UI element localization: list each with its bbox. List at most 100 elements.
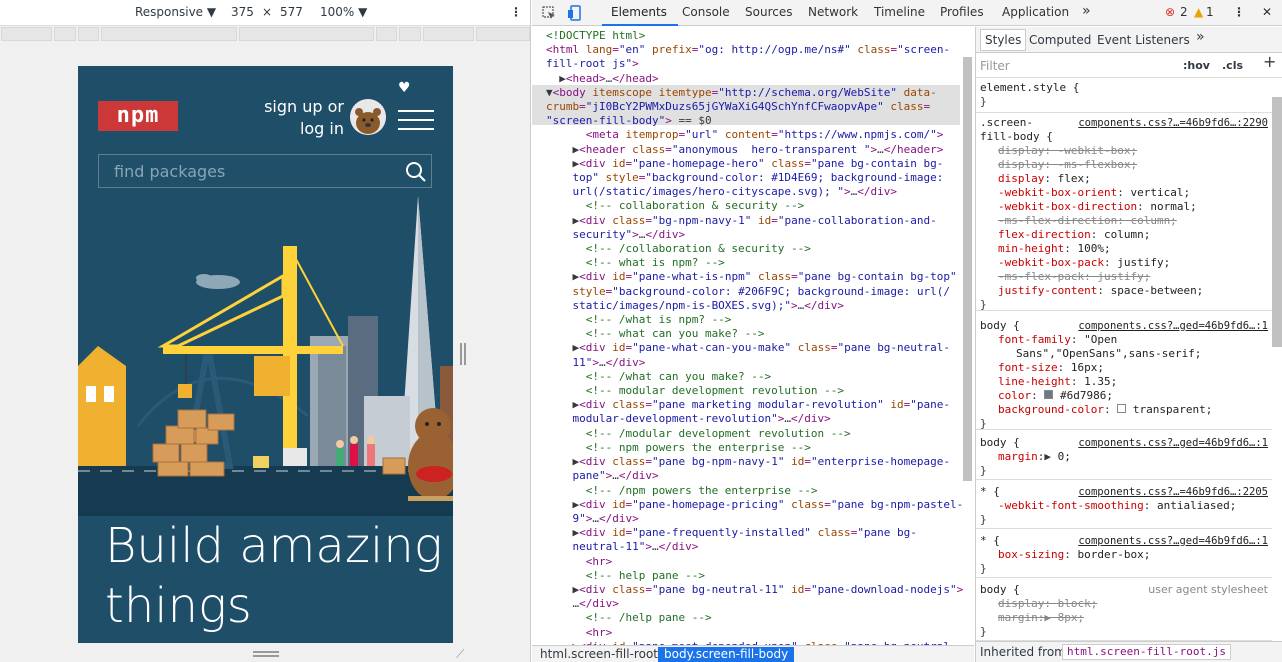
error-count[interactable]: 2	[1180, 5, 1188, 19]
dom-line[interactable]: <!-- /collaboration & security -->	[546, 242, 966, 256]
device-select[interactable]: Responsive ▼	[135, 5, 216, 19]
dom-line[interactable]: <hr>	[546, 555, 966, 569]
search-input[interactable]	[99, 155, 399, 187]
hover-state-button[interactable]: :hov	[1183, 59, 1210, 73]
tab-timeline[interactable]: Timeline	[874, 5, 925, 19]
dom-line[interactable]: ▶<div id="pane-homepage-pricing" class="…	[546, 498, 966, 512]
dom-line[interactable]: ▶<div class="pane bg-npm-navy-1" id="ent…	[546, 455, 966, 469]
dom-line[interactable]: <!-- /what is npm? -->	[546, 313, 966, 327]
error-icon[interactable]: ⊗	[1165, 5, 1175, 19]
tab-computed[interactable]: Computed	[1029, 33, 1091, 47]
width-input[interactable]: 375	[231, 5, 254, 19]
color-swatch[interactable]	[1117, 404, 1127, 413]
tab-console[interactable]: Console	[682, 5, 730, 19]
dom-line[interactable]: neutral-11">…</div>	[546, 540, 966, 554]
style-rule[interactable]: user agent stylesheet body { display: bl…	[976, 581, 1272, 641]
dom-line[interactable]: <!-- /modular development revolution -->	[546, 427, 966, 441]
dom-line[interactable]: ▶<div id="pane-what-is-npm" class="pane …	[546, 270, 966, 284]
more-panes-icon[interactable]: »	[1196, 30, 1205, 44]
color-swatch[interactable]	[1044, 390, 1054, 399]
height-input[interactable]: 577	[280, 5, 303, 19]
dom-line[interactable]: <!-- npm powers the enterprise -->	[546, 441, 966, 455]
dom-line[interactable]: security">…</div>	[546, 228, 966, 242]
package-search[interactable]	[98, 154, 432, 188]
dom-line[interactable]: <!-- /what can you make? -->	[546, 370, 966, 384]
dom-line[interactable]: ▶<div id="pane-frequently-installed" cla…	[546, 526, 966, 540]
dom-line[interactable]: modular-development-revolution">…</div>	[546, 412, 966, 426]
dom-line[interactable]: …</div>	[546, 597, 966, 611]
dom-line[interactable]: ▶<div class="pane bg-neutral-11" id="pan…	[546, 583, 966, 597]
inherited-source-link[interactable]: html.screen-fill-root.js	[1062, 644, 1231, 660]
media-query-ruler[interactable]	[0, 27, 530, 43]
filter-input[interactable]: Filter	[980, 59, 1010, 73]
dom-line[interactable]: ▼<body itemscope itemtype="http://schema…	[546, 86, 966, 100]
hamburger-menu-icon[interactable]	[398, 110, 434, 137]
tab-network[interactable]: Network	[808, 5, 858, 19]
dom-line[interactable]: <!-- /help pane -->	[546, 611, 966, 625]
style-rule[interactable]: components.css?…ged=46b9fd6…:1 body { fo…	[976, 317, 1272, 430]
dom-line[interactable]: ▶<header class="anonymous hero-transpare…	[546, 143, 966, 157]
more-options-icon[interactable]: ⋮	[510, 5, 522, 19]
dom-line[interactable]: <!-- what can you make? -->	[546, 327, 966, 341]
dom-line[interactable]: fill-root js">	[546, 57, 966, 71]
dom-tree[interactable]: <!DOCTYPE html> <html lang="en" prefix="…	[532, 27, 972, 645]
style-rule[interactable]: components.css?…ged=46b9fd6…:1 * { box-s…	[976, 532, 1272, 578]
viewport-height-resize-handle[interactable]	[253, 651, 279, 657]
close-devtools-icon[interactable]: ✕	[1262, 5, 1272, 19]
dom-line[interactable]: ▶<div class="pane marketing modular-revo…	[546, 398, 966, 412]
styles-scrollbar[interactable]	[1272, 97, 1282, 347]
devtools-menu-icon[interactable]: ⋮	[1233, 5, 1245, 19]
tab-styles[interactable]: Styles	[980, 29, 1027, 51]
style-rule[interactable]: components.css?…ged=46b9fd6…:1 body { ma…	[976, 434, 1272, 480]
dom-line[interactable]: pane">…</div>	[546, 469, 966, 483]
dom-line[interactable]: <meta itemprop="url" content="https://ww…	[546, 128, 966, 142]
style-rule[interactable]: element.style {}	[976, 79, 1272, 113]
wombat-avatar[interactable]	[350, 99, 386, 135]
viewport-width-resize-handle[interactable]	[460, 343, 466, 365]
corner-resize-icon[interactable]: ⟋	[456, 647, 464, 662]
search-icon[interactable]	[405, 161, 427, 183]
zoom-select[interactable]: 100% ▼	[320, 5, 367, 19]
new-rule-button[interactable]: +	[1263, 54, 1276, 70]
dom-line[interactable]: "screen-fill-body"> == $0	[546, 114, 966, 128]
dom-line[interactable]: ▶<head>…</head>	[546, 72, 966, 86]
heart-icon[interactable]: ♥	[398, 80, 411, 96]
breadcrumb-body[interactable]: body.screen-fill-body	[658, 647, 795, 662]
dom-line[interactable]: 11">…</div>	[546, 356, 966, 370]
dom-line[interactable]: <!DOCTYPE html>	[546, 29, 966, 43]
dom-line[interactable]: static/images/npm-is-BOXES.svg);">…</div…	[546, 299, 966, 313]
dom-line[interactable]: style="background-color: #206F9C; backgr…	[546, 285, 966, 299]
dom-line[interactable]: crumb="jI0BcY2PWMxDuzs65jGYWaXiG4QSchYnf…	[546, 100, 966, 114]
dom-line[interactable]: <!-- collaboration & security -->	[546, 199, 966, 213]
dom-line[interactable]: <!-- /npm powers the enterprise -->	[546, 484, 966, 498]
dom-line[interactable]: <html lang="en" prefix="og: http://ogp.m…	[546, 43, 966, 57]
tab-elements[interactable]: Elements	[611, 5, 667, 19]
warning-icon[interactable]: ▲	[1194, 5, 1203, 19]
login-link[interactable]: log in	[224, 118, 344, 140]
dom-line[interactable]: 9">…</div>	[546, 512, 966, 526]
dom-line[interactable]: ▶<div id="pane-homepage-hero" class="pan…	[546, 157, 966, 171]
tab-sources[interactable]: Sources	[745, 5, 792, 19]
warning-count[interactable]: 1	[1206, 5, 1214, 19]
tab-application[interactable]: Application	[1002, 5, 1069, 19]
npm-logo[interactable]: npm	[98, 101, 178, 131]
more-tabs-icon[interactable]: »	[1082, 3, 1091, 19]
tab-event-listeners[interactable]: Event Listeners	[1097, 33, 1190, 47]
class-toggle-button[interactable]: .cls	[1222, 59, 1243, 73]
dom-tree-scrollbar[interactable]	[963, 57, 972, 481]
style-rule[interactable]: components.css?…=46b9fd6…:2290 .screen- …	[976, 114, 1272, 311]
dom-line[interactable]: ▶<div class="bg-npm-navy-1" id="pane-col…	[546, 214, 966, 228]
style-rule[interactable]: components.css?…=46b9fd6…:2205 * { -webk…	[976, 483, 1272, 529]
device-mode-icon[interactable]	[568, 5, 582, 21]
dom-line[interactable]: url(/static/images/hero-cityscape.svg); …	[546, 185, 966, 199]
signup-login-link[interactable]: sign up or log in	[224, 96, 344, 140]
dom-line[interactable]: <!-- what is npm? -->	[546, 256, 966, 270]
inspect-element-icon[interactable]	[542, 6, 556, 20]
dom-line[interactable]: <!-- modular development revolution -->	[546, 384, 966, 398]
dom-line[interactable]: ▶<div id="pane-what-can-you-make" class=…	[546, 341, 966, 355]
breadcrumb-html[interactable]: html.screen-fill-root.js	[534, 647, 677, 662]
tab-profiles[interactable]: Profiles	[940, 5, 984, 19]
dom-line[interactable]: <hr>	[546, 626, 966, 640]
dom-line[interactable]: <!-- help pane -->	[546, 569, 966, 583]
signup-link[interactable]: sign up or	[224, 96, 344, 118]
